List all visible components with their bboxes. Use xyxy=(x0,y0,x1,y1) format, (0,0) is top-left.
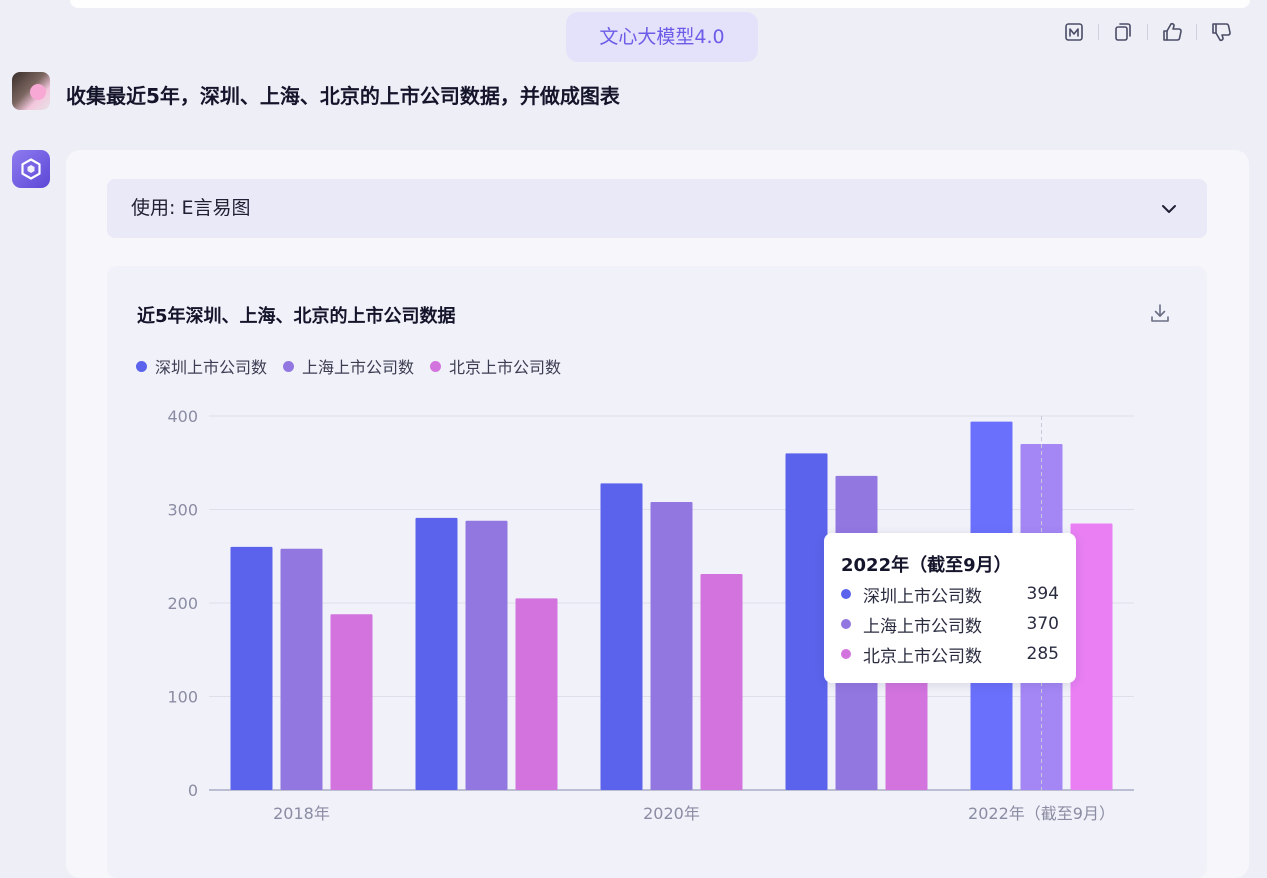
bar xyxy=(280,548,323,790)
tooltip-value: 370 xyxy=(1026,614,1059,634)
tooltip-dot xyxy=(841,649,851,659)
tooltip-series-name: 上海上市公司数 xyxy=(863,616,982,637)
plugin-label: 使用: E言易图 xyxy=(131,197,251,219)
chart-icon[interactable] xyxy=(1062,20,1086,44)
bar xyxy=(230,546,273,790)
y-tick-label: 400 xyxy=(167,407,198,426)
y-tick-label: 0 xyxy=(188,781,198,800)
plugin-usage-bar[interactable]: 使用: E言易图 xyxy=(107,179,1207,238)
tooltip-dot xyxy=(841,619,851,629)
bar xyxy=(465,520,508,790)
tooltip-series-name: 深圳上市公司数 xyxy=(863,586,982,607)
user-question: 收集最近5年，深圳、上海、北京的上市公司数据，并做成图表 xyxy=(66,84,620,108)
copy-icon[interactable] xyxy=(1111,20,1135,44)
bar xyxy=(650,502,693,790)
y-tick-label: 300 xyxy=(167,501,198,520)
message-actions xyxy=(1062,20,1233,44)
actions-divider xyxy=(1147,24,1148,40)
x-tick-label: 2022年（截至9月） xyxy=(968,804,1115,823)
tooltip-row-shenzhen: 深圳上市公司数 394 xyxy=(841,582,1059,607)
tooltip-series-name: 北京上市公司数 xyxy=(863,646,982,667)
x-tick-label: 2018年 xyxy=(273,804,330,823)
bar xyxy=(600,483,643,790)
tooltip-value: 285 xyxy=(1026,644,1059,664)
tooltip-row-shanghai: 上海上市公司数 370 xyxy=(841,612,1059,637)
tooltip-title: 2022年（截至9月） xyxy=(841,555,1012,576)
assistant-logo-icon xyxy=(21,158,41,180)
tooltip-dot xyxy=(841,589,851,599)
tooltip-row-beijing: 北京上市公司数 285 xyxy=(841,642,1059,667)
x-tick-label: 2020年 xyxy=(643,804,700,823)
bar xyxy=(700,574,743,790)
y-tick-label: 200 xyxy=(167,594,198,613)
bar xyxy=(1070,523,1113,790)
actions-divider xyxy=(1098,24,1099,40)
answer-card: 使用: E言易图 近5年深圳、上海、北京的上市公司数据 深圳上市公司数 上海上市公… xyxy=(66,150,1249,878)
bar xyxy=(785,453,828,790)
thumbs-up-icon[interactable] xyxy=(1160,20,1184,44)
bar xyxy=(415,517,458,790)
bar xyxy=(330,614,373,790)
chevron-down-icon[interactable] xyxy=(1159,199,1179,219)
actions-divider xyxy=(1196,24,1197,40)
model-label[interactable]: 文心大模型4.0 xyxy=(566,12,758,62)
assistant-avatar xyxy=(12,150,50,188)
chart-card: 近5年深圳、上海、北京的上市公司数据 深圳上市公司数 上海上市公司数 北京上市公司数… xyxy=(107,266,1207,878)
y-tick-label: 100 xyxy=(167,688,198,707)
chart-tooltip: 2022年（截至9月） 深圳上市公司数 394 上海上市公司数 370 北京上市… xyxy=(824,533,1076,683)
tooltip-value: 394 xyxy=(1026,584,1059,604)
bar xyxy=(515,598,558,790)
previous-message-edge xyxy=(70,0,1250,8)
thumbs-down-icon[interactable] xyxy=(1209,20,1233,44)
user-avatar xyxy=(12,72,50,110)
